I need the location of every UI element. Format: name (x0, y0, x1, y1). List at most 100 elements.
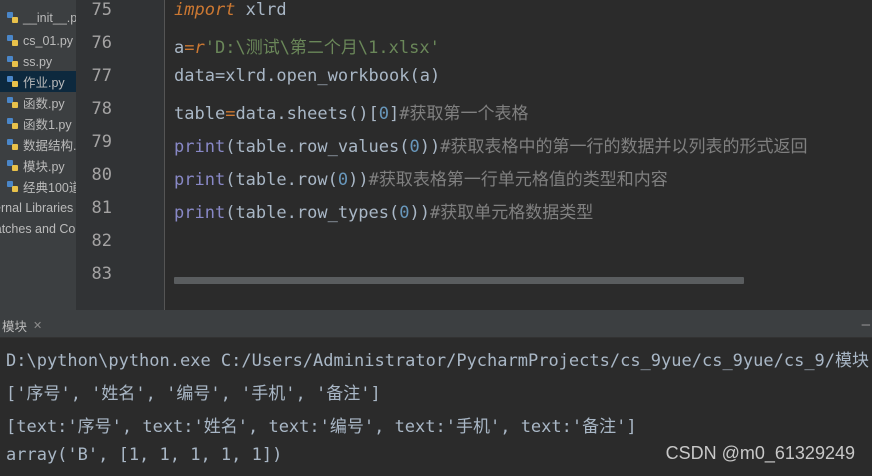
file-label: 数据结构. (23, 139, 77, 153)
number-token: 0 (409, 137, 420, 157)
code-line[interactable]: print(table.row(0))#获取表格第一行单元格值的类型和内容 (174, 165, 668, 190)
python-file-icon (7, 139, 18, 150)
obj-token: table (235, 170, 287, 190)
dot-token: . (266, 66, 277, 86)
line-number: 77 (91, 66, 112, 86)
scratches-item[interactable]: Scratches and Consoles (0, 218, 76, 239)
obj-token: table (235, 203, 287, 223)
file-item-mokuai[interactable]: 模块.py (0, 155, 65, 176)
op-token: = (214, 66, 226, 86)
run-tab[interactable]: 模块 ✕ (0, 313, 42, 337)
line-number: 80 (91, 165, 112, 185)
minimize-icon[interactable]: – (862, 317, 870, 333)
prefix-token: r (194, 38, 205, 58)
code-line[interactable]: print(table.row_values(0))#获取表格中的第一行的数据并… (174, 132, 807, 157)
file-item-hanshu[interactable]: 函数.py (0, 92, 65, 113)
var-token: a (174, 38, 185, 58)
external-libraries-item[interactable]: External Libraries (0, 197, 73, 218)
console-line: array('B', [1, 1, 1, 1, 1]) (6, 445, 283, 465)
horizontal-scrollbar[interactable] (174, 277, 744, 284)
file-label: 函数1.py (23, 118, 72, 132)
gutter-divider (164, 0, 165, 310)
file-label: __init__.py (23, 10, 77, 25)
paren-token: ( (225, 170, 236, 190)
file-item-cs01[interactable]: cs_01.py (0, 30, 73, 51)
file-item-init[interactable]: __init__.py (0, 7, 77, 28)
dot-token: . (286, 170, 297, 190)
method-token: row (296, 170, 328, 190)
paren-token: ( (389, 203, 400, 223)
obj-token: xlrd (225, 66, 267, 86)
code-line[interactable]: table=data.sheets()[0]#获取第一个表格 (174, 99, 529, 124)
comment-token: #获取第一个表格 (399, 104, 529, 124)
comment-token: #获取单元格数据类型 (429, 203, 594, 223)
file-item-zuoye[interactable]: 作业.py (0, 71, 76, 92)
var-token: table (174, 104, 226, 124)
file-item-hanshu1[interactable]: 函数1.py (0, 113, 72, 134)
bracket-token: ] (389, 104, 400, 124)
var-token: data (174, 66, 215, 86)
obj-token: data (235, 104, 277, 124)
comment-token: #获取表格第一行单元格值的类型和内容 (368, 170, 668, 190)
method-token: open_workbook (276, 66, 410, 86)
console-line: D:\python\python.exe C:/Users/Administra… (6, 351, 872, 371)
line-number: 76 (91, 33, 112, 53)
line-number: 78 (91, 99, 112, 119)
file-item-ss[interactable]: ss.py (0, 51, 52, 72)
builtin-token: print (174, 170, 226, 190)
scratches-label: Scratches and Consoles (0, 221, 76, 236)
string-token: 'D:\测试\第二个月\1.xlsx' (204, 38, 440, 58)
watermark: CSDN @m0_61329249 (665, 443, 855, 463)
number-token: 0 (337, 170, 349, 190)
python-file-icon (7, 35, 18, 46)
dot-token: . (286, 137, 297, 157)
line-number: 75 (91, 0, 112, 20)
python-file-icon (7, 12, 18, 23)
python-file-icon (7, 118, 18, 129)
file-item-jingdian[interactable]: 经典100道 (0, 176, 77, 197)
keyword-token: import (174, 0, 236, 20)
method-token: row_values (296, 137, 400, 157)
file-label: 作业.py (23, 76, 65, 90)
file-label: 经典100道 (23, 181, 77, 195)
code-token: xlrd (235, 0, 287, 20)
code-line[interactable]: print(table.row_types(0))#获取单元格数据类型 (174, 198, 593, 223)
project-tree[interactable]: __init__.py cs_01.py ss.py 作业.py 函数.py 函… (0, 0, 77, 310)
paren-token: )) (348, 170, 369, 190)
close-icon[interactable]: ✕ (33, 319, 42, 332)
method-token: sheets (286, 104, 349, 124)
file-label: 模块.py (23, 160, 65, 174)
console-line: [text:'序号', text:'姓名', text:'编号', text:'… (6, 417, 637, 437)
dot-token: . (286, 203, 297, 223)
file-label: ss.py (23, 54, 53, 69)
external-libraries-label: External Libraries (0, 200, 74, 215)
dot-token: . (276, 104, 287, 124)
python-file-icon (7, 56, 18, 67)
comment-token: #获取表格中的第一行的数据并以列表的形式返回 (440, 137, 808, 157)
paren-token: ( (399, 137, 410, 157)
python-file-icon (7, 181, 18, 192)
code-line[interactable]: import xlrd (174, 0, 287, 20)
args-token: (a) (409, 66, 441, 86)
op-token: = (184, 38, 195, 58)
file-item-shuju[interactable]: 数据结构. (0, 134, 76, 155)
run-tool-window-header: 模块 ✕ – (0, 313, 872, 338)
paren-token: ( (225, 137, 236, 157)
method-token: row_types (296, 203, 389, 223)
paren-token: ( (225, 203, 236, 223)
console-line: ['序号', '姓名', '编号', '手机', '备注'] (6, 384, 381, 404)
code-line[interactable]: data=xlrd.open_workbook(a) (174, 66, 440, 86)
python-file-icon (7, 160, 18, 171)
python-file-icon (7, 76, 18, 87)
bracket-token: [ (368, 104, 379, 124)
line-number: 82 (91, 231, 112, 251)
builtin-token: print (174, 203, 226, 223)
builtin-token: print (174, 137, 226, 157)
args-token: () (348, 104, 369, 124)
line-number: 79 (91, 132, 112, 152)
file-label: 函数.py (23, 97, 65, 111)
code-line[interactable]: a=r'D:\测试\第二个月\1.xlsx' (174, 33, 440, 58)
number-token: 0 (399, 203, 410, 223)
line-number: 83 (91, 264, 112, 284)
paren-token: )) (409, 203, 430, 223)
